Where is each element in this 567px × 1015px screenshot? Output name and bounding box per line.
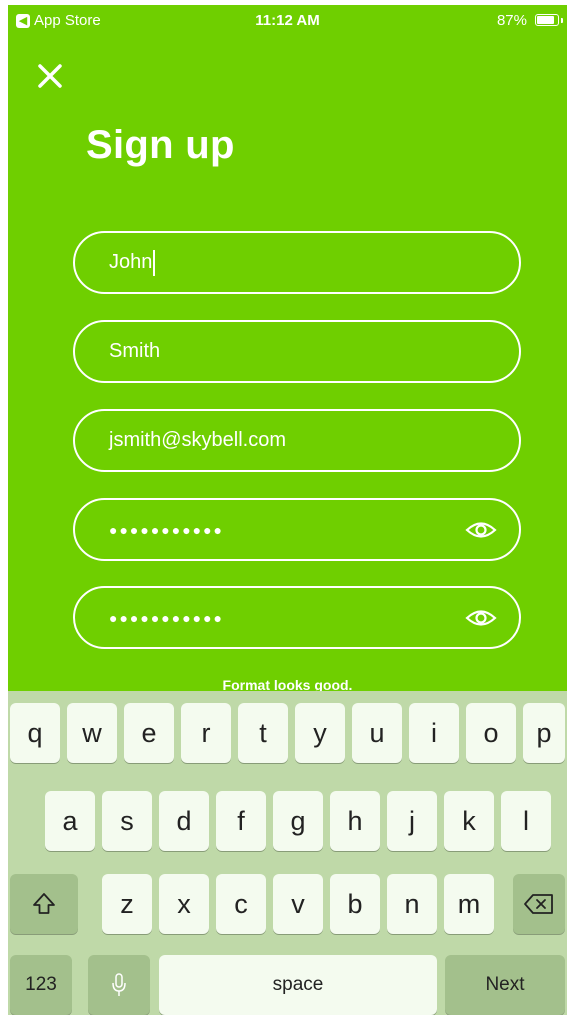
battery-percent: 87% xyxy=(496,12,527,29)
key-s[interactable]: s xyxy=(102,791,152,851)
key-e[interactable]: e xyxy=(124,703,174,763)
key-h[interactable]: h xyxy=(330,791,380,851)
battery-icon xyxy=(535,14,559,26)
password-field[interactable]: ●●●●●●●●●●● xyxy=(73,498,521,561)
backspace-icon xyxy=(524,894,553,914)
first-name-field[interactable]: John xyxy=(73,231,521,294)
eye-icon[interactable] xyxy=(465,605,497,631)
key-x[interactable]: x xyxy=(159,874,209,934)
text-caret xyxy=(153,249,156,276)
close-icon[interactable] xyxy=(34,60,66,92)
key-u[interactable]: u xyxy=(352,703,402,763)
key-f[interactable]: f xyxy=(216,791,266,851)
key-w[interactable]: w xyxy=(67,703,117,763)
key-t[interactable]: t xyxy=(238,703,288,763)
last-name-field[interactable]: Smith xyxy=(73,320,521,383)
key-a[interactable]: a xyxy=(45,791,95,851)
key-m[interactable]: m xyxy=(444,874,494,934)
key-l[interactable]: l xyxy=(501,791,551,851)
backspace-key[interactable] xyxy=(513,874,565,934)
email-value: jsmith@skybell.com xyxy=(109,429,287,451)
shift-icon xyxy=(33,893,55,914)
key-b[interactable]: b xyxy=(330,874,380,934)
status-time: 11:12 AM xyxy=(255,12,320,29)
key-n[interactable]: n xyxy=(387,874,437,934)
key-g[interactable]: g xyxy=(273,791,323,851)
battery-fill xyxy=(537,16,554,24)
microphone-icon xyxy=(112,973,126,996)
numbers-key[interactable]: 123 xyxy=(10,955,72,1015)
key-o[interactable]: o xyxy=(466,703,516,763)
key-k[interactable]: k xyxy=(444,791,494,851)
key-r[interactable]: r xyxy=(181,703,231,763)
space-key[interactable]: space xyxy=(159,955,437,1015)
key-p[interactable]: p xyxy=(523,703,565,763)
key-j[interactable]: j xyxy=(387,791,437,851)
last-name-value: Smith xyxy=(109,340,161,362)
key-i[interactable]: i xyxy=(409,703,459,763)
password-mask: ●●●●●●●●●●● xyxy=(109,521,225,538)
email-field[interactable]: jsmith@skybell.com xyxy=(73,409,521,472)
dictation-key[interactable] xyxy=(88,955,150,1015)
battery-nub xyxy=(561,18,563,23)
key-z[interactable]: z xyxy=(102,874,152,934)
key-c[interactable]: c xyxy=(216,874,266,934)
key-y[interactable]: y xyxy=(295,703,345,763)
signup-screen: ◀ App Store 11:12 AM 87% Sign up John Sm… xyxy=(8,5,567,1015)
confirm-password-field[interactable]: ●●●●●●●●●●● xyxy=(73,586,521,649)
eye-icon[interactable] xyxy=(465,517,497,543)
keyboard: q w e r t y u i o p a s d f g h j k l z … xyxy=(8,691,567,1015)
confirm-password-mask: ●●●●●●●●●●● xyxy=(109,609,225,626)
status-bar: ◀ App Store 11:12 AM 87% xyxy=(8,5,567,33)
next-key[interactable]: Next xyxy=(445,955,565,1015)
shift-key[interactable] xyxy=(10,874,78,934)
key-v[interactable]: v xyxy=(273,874,323,934)
page-title: Sign up xyxy=(86,123,235,167)
key-q[interactable]: q xyxy=(10,703,60,763)
key-d[interactable]: d xyxy=(159,791,209,851)
first-name-value: John xyxy=(109,251,153,273)
